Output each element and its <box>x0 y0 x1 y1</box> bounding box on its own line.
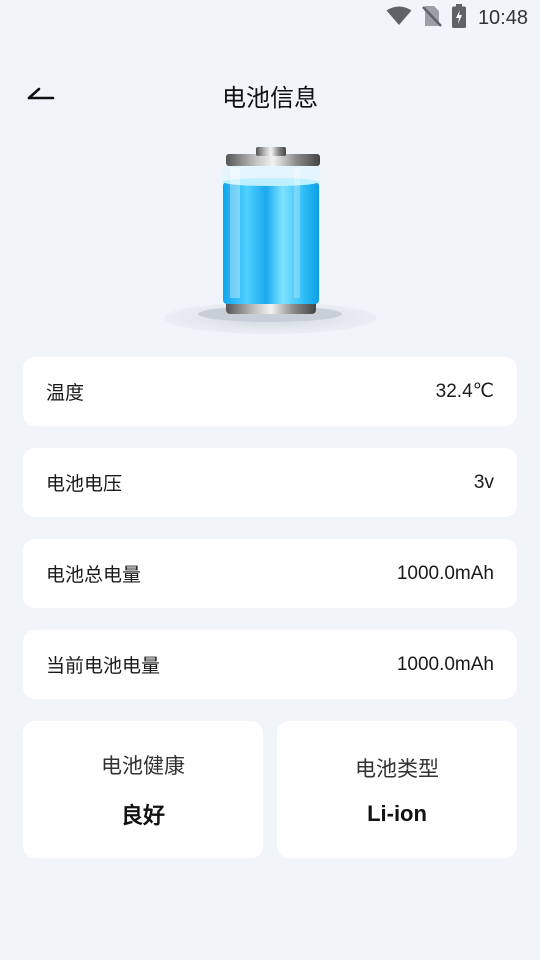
page-title: 电池信息 <box>222 84 318 112</box>
tile-value: Li-ion <box>367 800 427 826</box>
wifi-icon <box>386 6 412 30</box>
battery-illustration <box>160 142 380 342</box>
status-time: 10:48 <box>477 6 528 29</box>
battery-type-tile: 电池类型 Li-ion <box>277 721 517 858</box>
tile-label: 电池类型 <box>355 756 439 781</box>
no-sim-icon <box>422 5 442 31</box>
info-label: 电池电压 <box>46 473 123 495</box>
info-value: 1000.0mAh <box>396 653 494 675</box>
status-bar: 10:48 <box>0 0 540 36</box>
tile-label: 电池健康 <box>101 753 185 778</box>
battery-charging-icon <box>451 4 466 32</box>
info-row-voltage: 电池电压 3v <box>23 448 517 517</box>
info-row-total-capacity: 电池总电量 1000.0mAh <box>23 539 517 608</box>
info-row-current-capacity: 当前电池电量 1000.0mAh <box>23 630 517 699</box>
info-value: 3v <box>473 471 494 493</box>
tile-value: 良好 <box>120 802 165 828</box>
info-value: 32.4℃ <box>435 381 494 402</box>
info-row-temperature: 温度 32.4℃ <box>23 357 517 426</box>
info-label: 电池总电量 <box>46 564 142 586</box>
info-value: 1000.0mAh <box>396 562 494 584</box>
info-label: 当前电池电量 <box>46 655 161 677</box>
info-label: 温度 <box>46 382 85 404</box>
status-icons: 10:48 <box>386 4 528 32</box>
app-bar: 电池信息 <box>0 70 540 118</box>
battery-health-tile: 电池健康 良好 <box>23 721 263 858</box>
